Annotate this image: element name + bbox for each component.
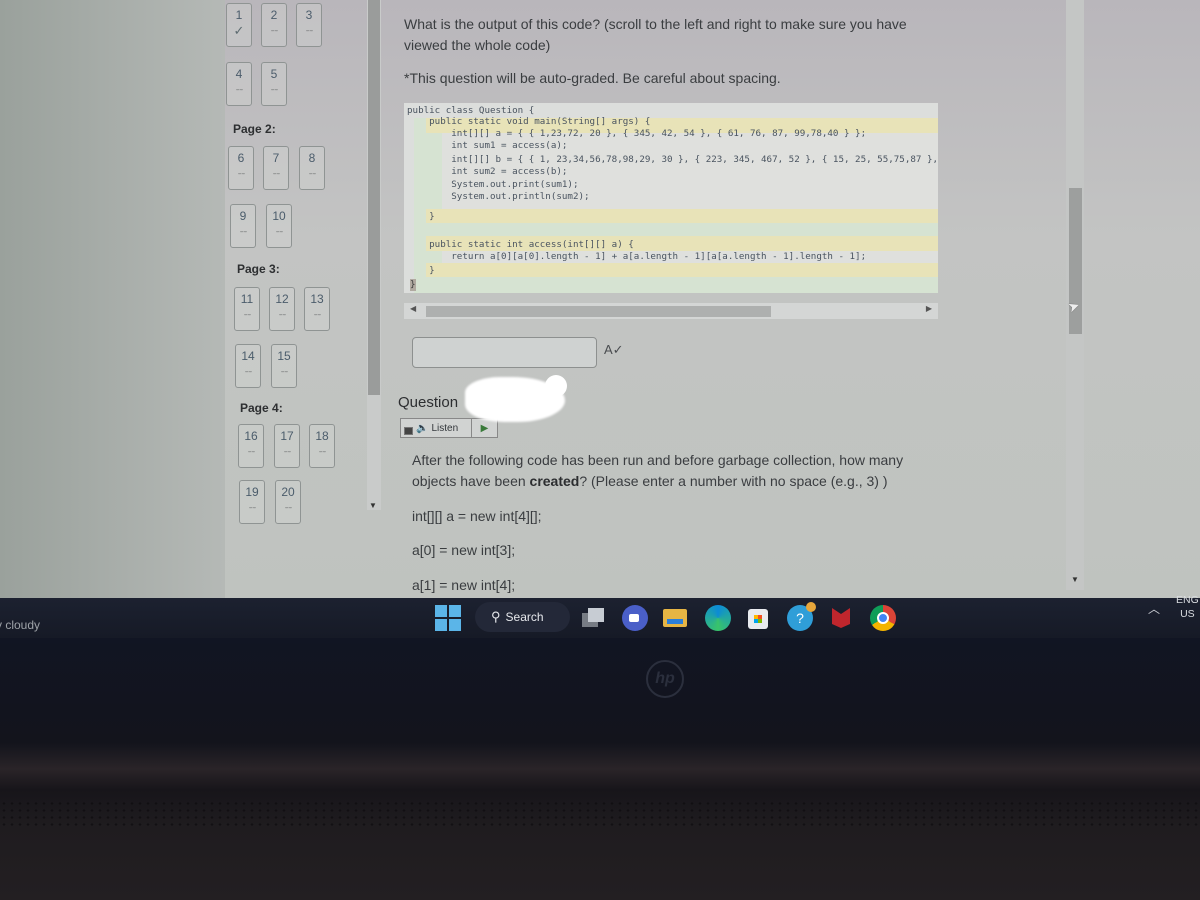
question-nav-20[interactable]: 20 -- -- [275,480,301,524]
store-icon[interactable] [746,605,772,631]
question-nav-1[interactable]: 1 ✓ [226,3,252,47]
scroll-left-arrow-icon[interactable]: ◀ [410,304,416,313]
play-icon[interactable]: ▶ [471,419,497,437]
quiz-content: What is the output of this code? (scroll… [392,0,1064,598]
scrollbar-thumb[interactable] [426,306,771,317]
page-label-4: Page 4: [240,401,283,415]
answer-input[interactable] [412,337,597,368]
question-nav-12[interactable]: 12 -- -- [269,287,295,331]
question-nav-18[interactable]: 18 -- -- [309,424,335,468]
question-nav-scrollbar[interactable]: ▼ [367,0,381,510]
code-horizontal-scrollbar[interactable]: ◀ ▶ [404,303,938,319]
scroll-down-arrow-icon[interactable]: ▼ [1071,575,1079,584]
question-nav-8[interactable]: 8 -- -- [299,146,325,190]
page-scrollbar[interactable]: ▼ [1066,0,1084,590]
question-nav-4[interactable]: 4 -- -- [226,62,252,106]
code-line-8: System.out.println(sum2); [407,191,590,202]
question-2-prompt: After the following code has been run an… [412,452,904,489]
menu-icon[interactable] [404,427,413,435]
edge-icon[interactable] [705,605,731,631]
show-hidden-icons-chevron-icon[interactable]: ︿ [1148,600,1160,617]
question-prompt: What is the output of this code? (scroll… [404,16,907,53]
listen-toolbar[interactable]: 🔈 Listen ▶ [400,418,498,438]
scrollbar-thumb[interactable] [368,0,380,395]
check-icon: ✓ [233,23,245,38]
code-line-9: } [407,211,435,222]
question-nav-19[interactable]: 19 -- -- [239,480,265,524]
code-block: public class Question { public static vo… [404,103,938,293]
code-line-12: return a[0][a[0].length - 1] + a[a.lengt… [407,251,867,262]
task-view-icon[interactable] [580,605,606,631]
mcafee-icon[interactable] [829,605,855,631]
spellcheck-icon[interactable]: A✓ [604,342,624,358]
question-nav-16[interactable]: 16 -- -- [238,424,264,468]
code-line-14: } [410,279,416,291]
q2-code-line-3: a[1] = new int[4]; [412,577,516,593]
code-line-5: int[][] b = { { 1, 23,34,56,78,98,29, 30… [407,154,938,165]
question-nav-6[interactable]: 6 -- -- [228,146,254,190]
desktop-margin [0,0,225,598]
code-line-11: public static int access(int[][] a) { [407,239,634,250]
question-heading: Question [398,394,459,411]
laptop-bezel [0,638,1200,900]
hp-logo-icon: hp [646,660,684,698]
help-icon[interactable]: ? [787,602,816,631]
question-nav-14[interactable]: 14 -- -- [235,344,261,388]
page-label-2: Page 2: [233,122,276,136]
auto-graded-note: *This question will be auto-graded. Be c… [404,70,781,86]
speaker-grille [0,800,1200,830]
question-navigator: 1 ✓ 2 -- -- 3 -- -- 4 -- -- 5 -- -- Page 2: 6… [222,0,372,598]
redaction-mark [545,375,567,397]
question-nav-15[interactable]: 15 -- -- [271,344,297,388]
question-nav-7[interactable]: 7 -- -- [263,146,289,190]
question-nav-5[interactable]: 5 -- -- [261,62,287,106]
code-line-13: } [407,265,435,276]
code-line-4: int sum1 = access(a); [407,140,568,151]
question-nav-17[interactable]: 17 -- -- [274,424,300,468]
chrome-icon[interactable] [870,605,896,631]
code-line-7: System.out.print(sum1); [407,179,579,190]
question-nav-10[interactable]: 10 -- -- [266,204,292,248]
code-line-2: public static void main(String[] args) { [407,116,651,127]
speaker-icon: 🔈 [416,422,429,434]
meet-icon[interactable] [622,605,648,631]
code-line-6: int sum2 = access(b); [407,166,568,177]
page-label-3: Page 3: [237,262,280,276]
question-nav-11[interactable]: 11 -- -- [234,287,260,331]
language-indicator[interactable]: ENG US [1176,593,1199,621]
code-line-3: int[][] a = { { 1,23,72, 20 }, { 345, 42… [407,128,867,139]
listen-button[interactable]: 🔈 Listen [416,423,471,434]
file-explorer-icon[interactable] [663,605,689,631]
scroll-right-arrow-icon[interactable]: ▶ [926,304,932,313]
question-nav-2[interactable]: 2 -- -- [261,3,287,47]
screen: 1 ✓ 2 -- -- 3 -- -- 4 -- -- 5 -- -- Page 2: 6… [0,0,1200,598]
question-nav-13[interactable]: 13 -- -- [304,287,330,331]
question-nav-3[interactable]: 3 -- -- [296,3,322,47]
q2-code-line-1: int[][] a = new int[4][]; [412,508,542,524]
q2-code-line-2: a[0] = new int[3]; [412,542,516,558]
weather-widget[interactable]: y cloudy [0,618,40,632]
question-nav-9[interactable]: 9 -- -- [230,204,256,248]
scroll-down-arrow-icon[interactable]: ▼ [369,501,377,510]
taskbar-search[interactable]: ⚲ Search [475,602,570,632]
search-icon: ⚲ [491,609,501,624]
taskbar: ⚲ Search ? [0,598,1200,638]
windows-start-icon[interactable] [435,605,461,631]
